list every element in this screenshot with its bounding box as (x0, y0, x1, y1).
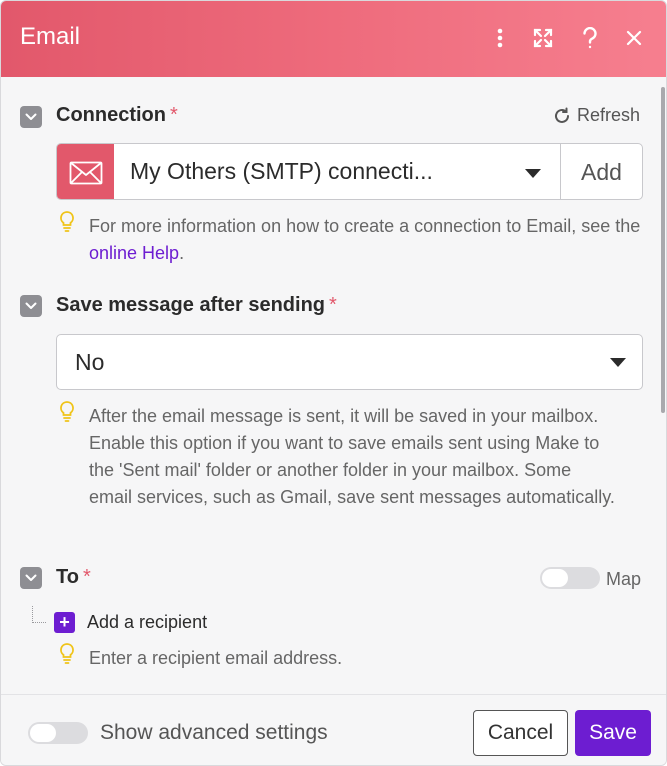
connection-hint: For more information on how to create a … (56, 211, 646, 267)
to-label-text: To (56, 566, 79, 588)
scrollbar[interactable] (661, 87, 665, 413)
chevron-down-icon (610, 358, 626, 367)
email-envelope-icon (57, 144, 114, 199)
lightbulb-icon (60, 401, 74, 422)
save-button[interactable]: Save (575, 710, 651, 756)
save-message-select[interactable]: No (56, 334, 643, 390)
email-module-dialog: Email Connection * Refresh My Others (SM… (0, 0, 667, 766)
lightbulb-icon (60, 211, 74, 232)
close-icon[interactable] (617, 21, 651, 55)
connection-hint-text: For more information on how to create a … (89, 213, 646, 267)
add-connection-button[interactable]: Add (560, 144, 642, 199)
advanced-settings-toggle[interactable] (28, 722, 88, 744)
connection-field: My Others (SMTP) connecti... Add (56, 143, 643, 200)
required-mark: * (82, 566, 91, 588)
advanced-settings-label: Show advanced settings (100, 721, 328, 744)
connection-collapse-toggle[interactable] (20, 106, 42, 128)
to-hint: Enter a recipient email address. (56, 643, 616, 672)
save-message-selected-value: No (75, 349, 105, 375)
save-message-hint-text: After the email message is sent, it will… (89, 406, 615, 507)
refresh-icon (554, 107, 569, 123)
online-help-link[interactable]: online Help (89, 243, 179, 263)
connection-selected-value: My Others (SMTP) connecti... (130, 158, 433, 184)
more-vertical-icon[interactable] (483, 21, 517, 55)
connection-label-text: Connection (56, 104, 166, 126)
map-toggle[interactable] (540, 567, 600, 589)
add-recipient-button[interactable]: + Add a recipient (54, 612, 207, 633)
save-message-collapse-toggle[interactable] (20, 295, 42, 317)
refresh-label: Refresh (576, 105, 640, 125)
map-label: Map (606, 569, 642, 589)
add-recipient-label: Add a recipient (87, 612, 208, 632)
connection-hint-end: . (179, 243, 185, 263)
to-hint-text: Enter a recipient email address. (89, 648, 343, 668)
to-label: To * (56, 566, 91, 589)
to-collapse-toggle[interactable] (20, 567, 42, 589)
connection-label: Connection * (56, 104, 178, 127)
lightbulb-icon (60, 643, 74, 664)
save-message-label-text: Save message after sending (56, 294, 326, 316)
save-message-label: Save message after sending * (56, 294, 337, 317)
connection-hint-body: For more information on how to create a … (89, 216, 641, 236)
dialog-title: Email (20, 23, 81, 50)
plus-icon: + (54, 612, 75, 633)
toggle-knob (30, 724, 56, 742)
tree-connector (32, 606, 46, 623)
connection-select[interactable]: My Others (SMTP) connecti... (114, 144, 560, 199)
chevron-down-icon (525, 169, 541, 178)
required-mark: * (170, 104, 178, 126)
dialog-footer: Show advanced settings Cancel Save (1, 694, 666, 765)
required-mark: * (329, 294, 337, 316)
help-icon[interactable] (573, 21, 607, 55)
save-message-hint: After the email message is sent, it will… (56, 401, 616, 511)
dialog-header: Email (1, 1, 666, 77)
refresh-button[interactable]: Refresh (553, 105, 640, 126)
toggle-knob (542, 569, 568, 587)
cancel-button[interactable]: Cancel (473, 710, 568, 756)
expand-icon[interactable] (526, 21, 560, 55)
